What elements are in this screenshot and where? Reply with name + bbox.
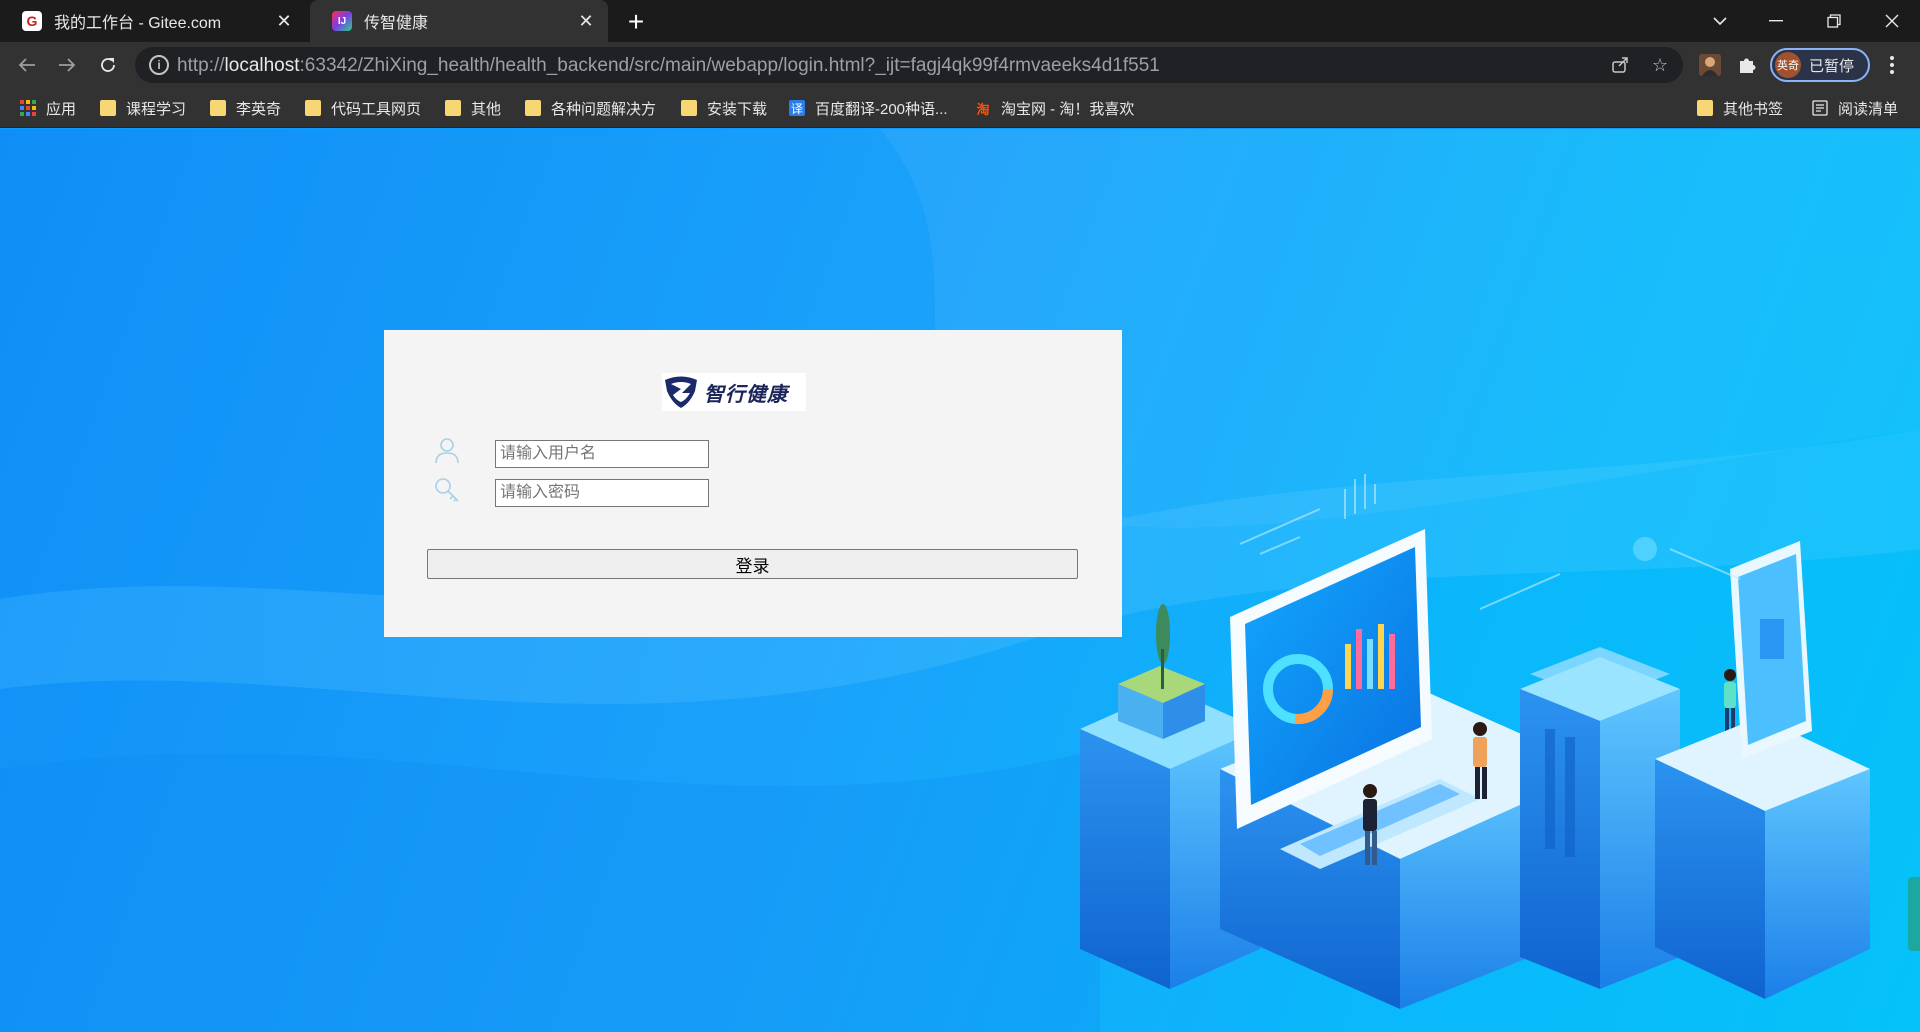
folder-icon [445, 100, 461, 116]
folder-icon [305, 100, 321, 116]
background-wave [0, 749, 1100, 1032]
bookmark-taobao[interactable]: 淘 淘宝网 - 淘！我喜欢 [975, 97, 1134, 119]
side-panel-handle[interactable] [1908, 877, 1920, 951]
url-text[interactable]: http://localhost:63342/ZhiXing_health/he… [177, 55, 1160, 77]
shield-logo-icon [665, 376, 697, 408]
baidu-translate-icon: 译 [789, 100, 805, 116]
url-path: :63342/ZhiXing_health/health_backend/src… [299, 55, 1160, 76]
site-info-icon[interactable]: i [149, 55, 169, 75]
folder-icon [210, 100, 226, 116]
folder-icon [525, 100, 541, 116]
folder-icon [100, 100, 116, 116]
bookmark-folder-downloads[interactable]: 安装下载 [681, 97, 767, 119]
folder-icon [1697, 100, 1713, 116]
decorative-pie [1633, 537, 1657, 561]
login-card: 智行健康 登录 [384, 330, 1122, 637]
close-window-button[interactable] [1864, 0, 1920, 42]
bookmark-label: 李英奇 [236, 100, 282, 118]
folder-icon [681, 100, 697, 116]
bookmark-apps[interactable]: 应用 [20, 97, 76, 119]
bookmark-label: 各种问题解决方 [551, 100, 657, 118]
user-icon [435, 438, 459, 464]
bookmark-label: 代码工具网页 [331, 100, 422, 118]
restore-button[interactable] [1806, 0, 1862, 42]
more-menu-icon[interactable] [1876, 49, 1908, 81]
login-button[interactable]: 登录 [427, 549, 1078, 579]
forward-button[interactable] [51, 49, 83, 81]
isometric-phone [1655, 541, 1870, 999]
bookmark-folder-personal[interactable]: 李英奇 [210, 97, 281, 119]
profile-button[interactable]: 英奇 已暂停 [1770, 48, 1870, 82]
tab-strip: G 我的工作台 - Gitee.com ✕ IJ 传智健康 ✕ + [0, 0, 1920, 42]
extensions-puzzle-icon[interactable] [1731, 49, 1763, 81]
bookmark-label: 安装下载 [707, 100, 768, 118]
address-bar[interactable]: i http://localhost:63342/ZhiXing_health/… [135, 47, 1683, 83]
bookmark-label: 其他 [471, 100, 502, 118]
tab-search-chevron-icon[interactable] [1692, 0, 1748, 42]
bookmark-label: 淘宝网 - 淘！我喜欢 [1001, 100, 1135, 118]
bookmark-label: 其他书签 [1723, 100, 1784, 118]
new-tab-button[interactable]: + [620, 6, 652, 38]
reload-button[interactable] [92, 49, 124, 81]
reading-list-icon [1812, 100, 1828, 116]
bookmark-label: 阅读清单 [1838, 100, 1899, 118]
bookmark-label: 百度翻译-200种语... [815, 100, 948, 118]
apps-grid-icon [20, 100, 36, 116]
tab-close-icon[interactable]: ✕ [576, 11, 596, 31]
avatar: 英奇 [1775, 52, 1801, 78]
bookmark-folder-code-tools[interactable]: 代码工具网页 [305, 97, 421, 119]
username-input[interactable] [495, 440, 709, 468]
login-page: 智行健康 登录 [0, 129, 1920, 1032]
back-button[interactable] [11, 49, 43, 81]
intellij-favicon-icon: IJ [332, 11, 352, 31]
bookmark-folder-solutions[interactable]: 各种问题解决方 [525, 97, 656, 119]
tab-close-icon[interactable]: ✕ [274, 11, 294, 31]
bookmarks-bar: 应用 课程学习 李英奇 代码工具网页 其他 各种问题解决方 安装下载 译 百度翻… [0, 88, 1920, 128]
tab-gitee[interactable]: G 我的工作台 - Gitee.com ✕ [0, 0, 306, 42]
brand-name: 智行健康 [704, 381, 788, 406]
bookmark-baidu-translate[interactable]: 译 百度翻译-200种语... [789, 97, 948, 119]
extension-avatar-icon[interactable] [1694, 49, 1726, 81]
tab-chuanzhi-health[interactable]: IJ 传智健康 ✕ [310, 0, 608, 42]
browser-toolbar: i http://localhost:63342/ZhiXing_health/… [0, 42, 1920, 88]
bookmark-label: 课程学习 [126, 100, 187, 118]
minimize-button[interactable] [1748, 0, 1804, 42]
tab-title: 传智健康 [364, 15, 429, 32]
gitee-favicon-icon: G [22, 11, 42, 31]
bookmark-reading-list[interactable]: 阅读清单 [1812, 97, 1898, 119]
key-icon [435, 478, 459, 502]
share-icon[interactable] [1608, 53, 1632, 77]
password-input[interactable] [495, 479, 709, 507]
bookmark-folder-other[interactable]: 其他 [445, 97, 501, 119]
bookmark-star-icon[interactable]: ☆ [1648, 53, 1672, 77]
taobao-icon: 淘 [976, 101, 990, 117]
bookmark-folder-courses[interactable]: 课程学习 [100, 97, 186, 119]
tab-title: 我的工作台 - Gitee.com [54, 15, 222, 32]
url-host: localhost [224, 55, 300, 76]
bookmark-label: 应用 [46, 100, 77, 118]
url-scheme: http:// [177, 55, 225, 76]
profile-status: 已暂停 [1809, 57, 1855, 75]
bookmark-other-bookmarks[interactable]: 其他书签 [1697, 97, 1783, 119]
brand-logo: 智行健康 [662, 373, 806, 411]
